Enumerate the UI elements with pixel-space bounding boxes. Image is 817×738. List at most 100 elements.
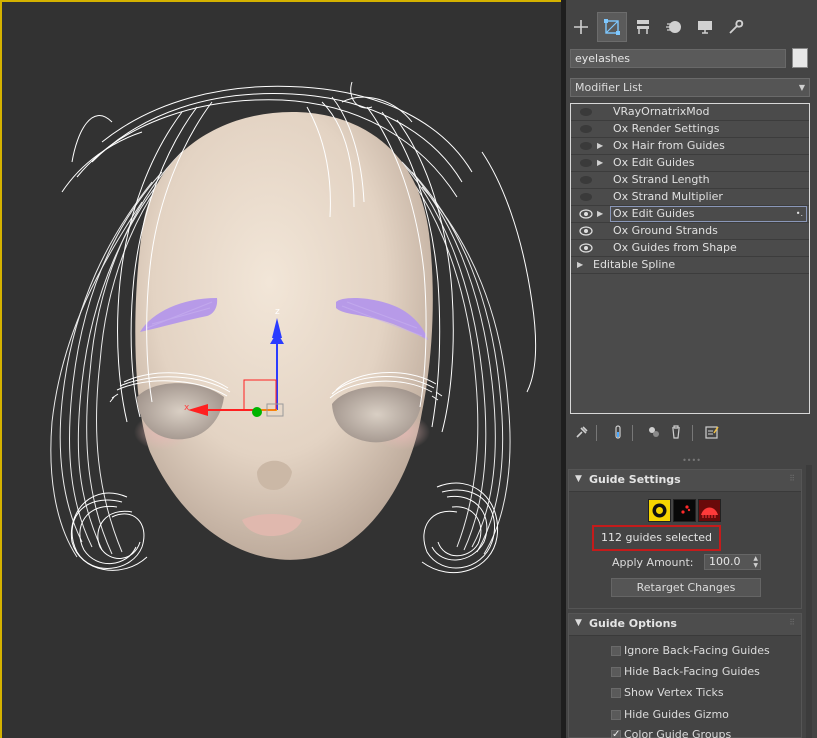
rollout-title: Guide Settings [589, 473, 681, 486]
modifier-list-label: Modifier List [575, 81, 643, 94]
command-panel: Modifier List ▼ VRayOrnatrixMod Ox Rende… [566, 0, 817, 738]
toolbar-divider [692, 425, 693, 441]
tab-modify[interactable] [597, 12, 627, 42]
object-color-swatch[interactable] [792, 48, 808, 68]
rollout-title: Guide Options [589, 617, 677, 630]
collapse-triangle-icon: ▼ [575, 474, 582, 484]
checkbox-label: Show Vertex Ticks [624, 686, 724, 699]
remove-modifier-button[interactable] [666, 422, 686, 444]
select-strands-mode-button[interactable] [698, 499, 721, 522]
hierarchy-icon [634, 18, 652, 36]
stack-item[interactable]: VRayOrnatrixMod [571, 104, 809, 121]
stack-item-label: Ox Render Settings [613, 122, 720, 135]
stack-item[interactable]: Ox Render Settings [571, 121, 809, 138]
stack-item-label: VRayOrnatrixMod [613, 105, 710, 118]
modifier-list-dropdown[interactable]: Modifier List ▼ [570, 78, 810, 97]
tab-motion[interactable] [659, 12, 689, 42]
modifier-stack[interactable]: VRayOrnatrixMod Ox Render Settings ▶ Ox … [570, 103, 810, 414]
root-dots-icon [674, 505, 695, 524]
checkbox-box[interactable] [611, 646, 621, 656]
test-tube-icon [611, 424, 625, 442]
wrench-icon [727, 18, 745, 36]
pin-icon [575, 425, 589, 442]
show-end-result-button[interactable] [608, 422, 628, 444]
eye-icon[interactable] [579, 209, 593, 219]
trash-icon [669, 424, 683, 442]
stack-toolbar [570, 422, 810, 444]
pin-stack-button[interactable] [572, 422, 592, 444]
stack-item[interactable]: Ox Strand Multiplier [571, 189, 809, 206]
eye-icon[interactable] [579, 243, 593, 253]
target-select-icon [649, 503, 670, 524]
make-unique-button[interactable] [644, 422, 664, 444]
command-panel-scrollbar[interactable] [806, 465, 812, 738]
eye-icon[interactable] [579, 192, 593, 202]
stack-item[interactable]: Ox Ground Strands [571, 223, 809, 240]
viewport[interactable]: x z [0, 0, 561, 738]
select-guides-mode-button[interactable] [648, 499, 671, 522]
tab-display[interactable] [690, 12, 720, 42]
stack-item-selected[interactable]: ▶ Ox Edit Guides •. [571, 206, 809, 223]
apply-amount-spinner[interactable]: 100.0 ▲ ▼ [704, 554, 761, 570]
motion-icon [665, 18, 683, 36]
collapse-triangle-icon: ▼ [575, 618, 582, 628]
checkbox-label: Color Guide Groups [624, 728, 732, 738]
tab-create[interactable] [566, 12, 596, 42]
expand-arrow-icon[interactable]: ▶ [597, 155, 603, 171]
chevron-down-icon: ▼ [798, 83, 805, 92]
checkbox-box[interactable] [611, 710, 621, 720]
configure-modifier-sets-button[interactable] [702, 422, 722, 444]
gizmo-x-label: x [184, 403, 190, 413]
stack-item-label: Ox Guides from Shape [613, 241, 737, 254]
select-roots-mode-button[interactable] [673, 499, 696, 522]
viewport-scene: x z [50, 81, 537, 574]
checkbox-box[interactable] [611, 688, 621, 698]
eye-icon[interactable] [579, 158, 593, 168]
head [134, 112, 433, 560]
guide-settings-rollout: ▼ Guide Settings ⠿ 112 guides selected A… [568, 469, 802, 609]
config-sets-icon [705, 425, 719, 442]
expand-arrow-icon[interactable]: ▶ [597, 206, 603, 222]
checkbox-label: Hide Guides Gizmo [624, 708, 729, 721]
grip-icon: ⠿ [789, 618, 795, 627]
strands-comb-icon [699, 507, 720, 524]
stack-item[interactable]: ▶ Ox Hair from Guides [571, 138, 809, 155]
object-name-field[interactable] [570, 49, 786, 68]
stack-item-label: Ox Hair from Guides [613, 139, 725, 152]
checkbox-label: Ignore Back-Facing Guides [624, 644, 770, 657]
stack-item[interactable]: Ox Guides from Shape [571, 240, 809, 257]
make-unique-icon [647, 425, 661, 442]
guide-options-header[interactable]: ▼ Guide Options ⠿ [569, 614, 801, 636]
apply-amount-label: Apply Amount: [612, 556, 694, 569]
stack-item[interactable]: ▶ Ox Edit Guides [571, 155, 809, 172]
stack-item-label: Ox Strand Length [613, 173, 710, 186]
stack-item-label: Ox Edit Guides [613, 156, 695, 169]
plus-icon [572, 18, 590, 36]
eye-icon[interactable] [579, 107, 593, 117]
stack-item-label: Ox Strand Multiplier [613, 190, 723, 203]
checkbox-box[interactable] [611, 727, 621, 738]
tab-utilities[interactable] [721, 12, 751, 42]
eye-icon[interactable] [579, 124, 593, 134]
expand-arrow-icon[interactable]: ▶ [597, 138, 603, 154]
spinner-arrows-icon[interactable]: ▲ ▼ [753, 555, 758, 569]
instance-dots-icon: •. [795, 209, 803, 218]
expand-arrow-icon[interactable]: ▶ [577, 257, 583, 273]
guide-settings-header[interactable]: ▼ Guide Settings ⠿ [569, 470, 801, 492]
eye-icon[interactable] [579, 175, 593, 185]
apply-amount-value: 100.0 [709, 555, 741, 568]
panel-resize-handle[interactable]: •••• [566, 457, 817, 465]
stack-item[interactable]: Ox Strand Length [571, 172, 809, 189]
checkbox-box[interactable] [611, 667, 621, 677]
stack-item[interactable]: ▶ Editable Spline [571, 257, 809, 274]
tab-hierarchy[interactable] [628, 12, 658, 42]
command-panel-tabs [566, 12, 817, 42]
guide-options-rollout: ▼ Guide Options ⠿ Ignore Back-Facing Gui… [568, 613, 802, 738]
eye-icon[interactable] [579, 141, 593, 151]
grip-icon: ⠿ [789, 474, 795, 483]
gizmo-z-label: z [275, 307, 280, 317]
eye-icon[interactable] [579, 226, 593, 236]
toolbar-divider [632, 425, 633, 441]
toolbar-divider [596, 425, 597, 441]
retarget-changes-button[interactable]: Retarget Changes [611, 578, 761, 597]
